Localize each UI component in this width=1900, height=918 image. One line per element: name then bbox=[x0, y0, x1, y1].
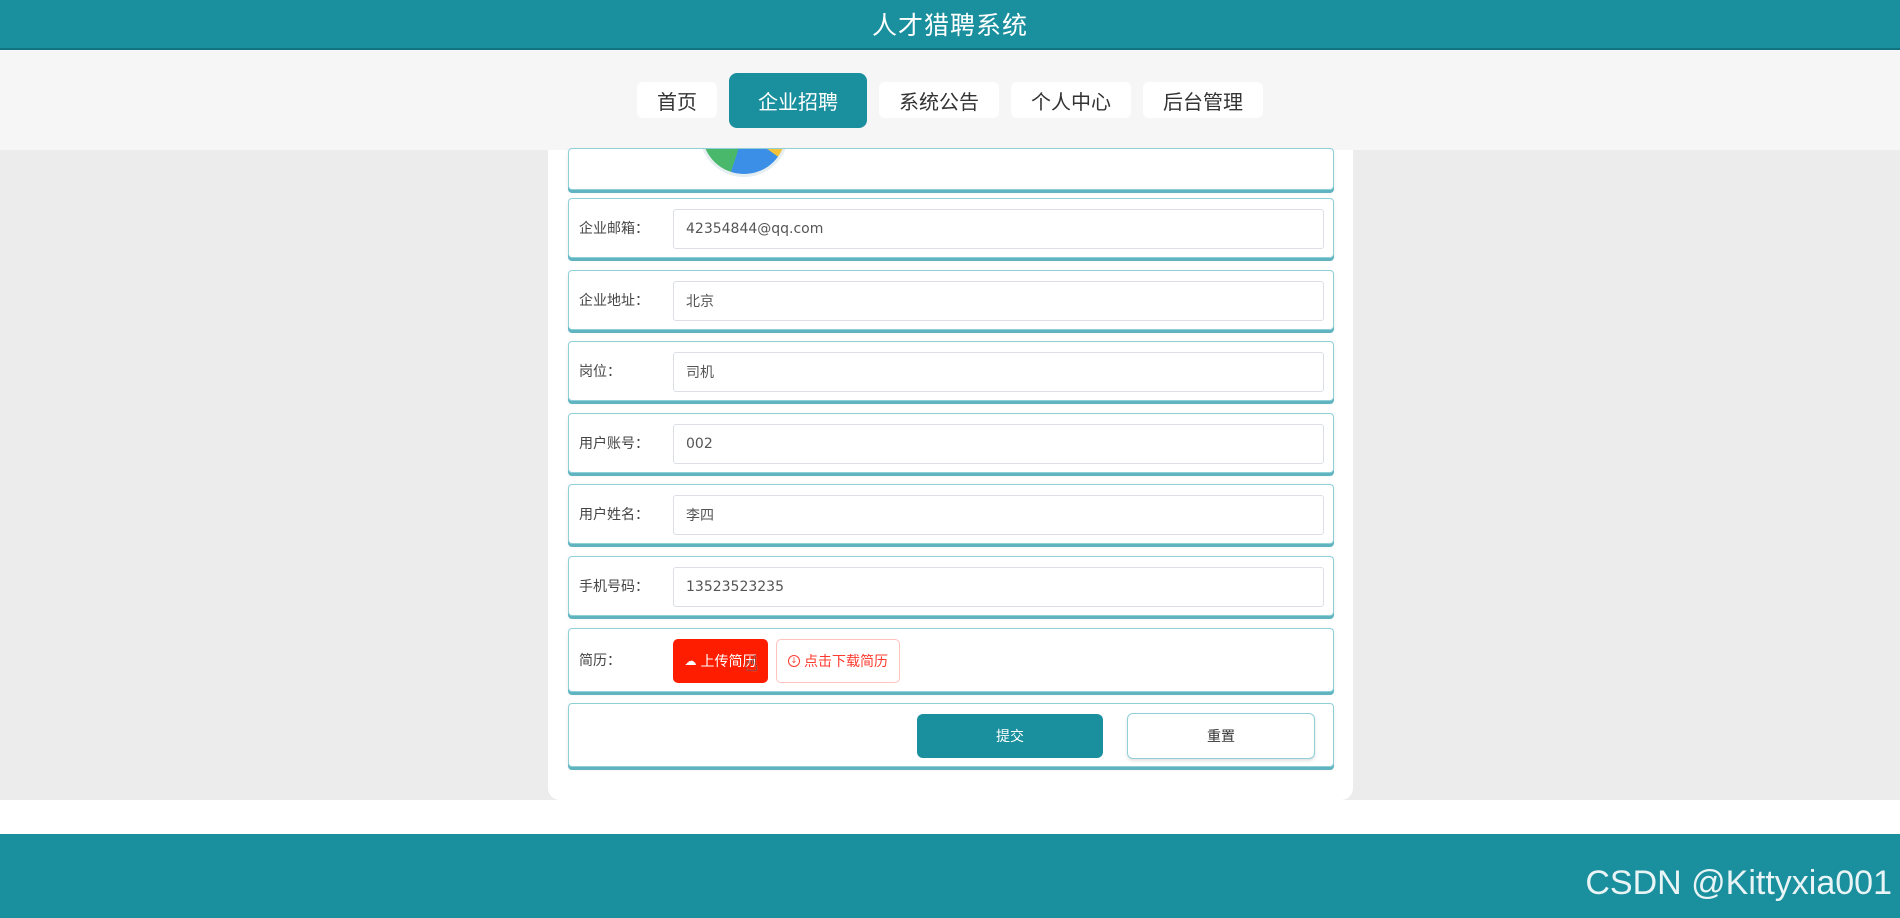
field-label: 用户账号： bbox=[579, 436, 649, 452]
nav-item-announcements[interactable]: 系统公告 bbox=[879, 82, 999, 118]
form-panel: 企业邮箱： 42354844@qq.com 企业地址： 北京 岗位： 司机 用户… bbox=[548, 148, 1353, 800]
form-row-position: 岗位： 司机 bbox=[568, 341, 1334, 401]
nav-item-home[interactable]: 首页 bbox=[637, 82, 717, 118]
nav-item-personal-center[interactable]: 个人中心 bbox=[1011, 82, 1131, 118]
avatar-row bbox=[568, 148, 1334, 190]
download-resume-button[interactable]: ↓ 点击下载简历 bbox=[776, 639, 900, 683]
nav-item-recruitment[interactable]: 企业招聘 bbox=[729, 72, 867, 128]
app-title: 人才猎聘系统 bbox=[871, 11, 1028, 40]
reset-button[interactable]: 重置 bbox=[1127, 713, 1315, 759]
field-label: 企业地址： bbox=[579, 293, 649, 309]
top-nav: 首页 企业招聘 系统公告 个人中心 后台管理 bbox=[0, 50, 1900, 150]
user-name-input[interactable]: 李四 bbox=[673, 495, 1324, 535]
download-icon: ↓ bbox=[788, 655, 800, 667]
form-row-resume: 简历： ☁ 上传简历 ↓ 点击下载简历 ☝ bbox=[568, 628, 1334, 692]
company-logo bbox=[699, 149, 789, 177]
download-resume-label: 点击下载简历 bbox=[804, 654, 888, 670]
form-actions-row: 提交 重置 bbox=[568, 703, 1334, 767]
field-label: 用户姓名： bbox=[579, 507, 649, 523]
field-label: 企业邮箱： bbox=[579, 221, 649, 237]
company-address-input[interactable]: 北京 bbox=[673, 281, 1324, 321]
hand-cursor-icon: ☝ bbox=[745, 651, 759, 676]
form-row-address: 企业地址： 北京 bbox=[568, 270, 1334, 330]
company-email-input[interactable]: 42354844@qq.com bbox=[673, 209, 1324, 249]
upload-cloud-icon: ☁ bbox=[684, 654, 697, 668]
footer-spacer bbox=[0, 800, 1900, 834]
field-label: 岗位： bbox=[579, 364, 621, 380]
form-row-email: 企业邮箱： 42354844@qq.com bbox=[568, 198, 1334, 258]
field-label: 简历： bbox=[579, 653, 621, 669]
user-account-input[interactable]: 002 bbox=[673, 424, 1324, 464]
submit-button[interactable]: 提交 bbox=[917, 714, 1103, 758]
app-header: 人才猎聘系统 bbox=[0, 0, 1900, 50]
field-label: 手机号码： bbox=[579, 579, 649, 595]
form-row-account: 用户账号： 002 bbox=[568, 413, 1334, 473]
phone-input[interactable]: 13523523235 bbox=[673, 567, 1324, 607]
watermark-text: CSDN @Kittyxia001 bbox=[1585, 864, 1892, 902]
form-row-name: 用户姓名： 李四 bbox=[568, 484, 1334, 544]
nav-item-admin[interactable]: 后台管理 bbox=[1143, 82, 1263, 118]
position-input[interactable]: 司机 bbox=[673, 352, 1324, 392]
form-row-phone: 手机号码： 13523523235 bbox=[568, 556, 1334, 616]
